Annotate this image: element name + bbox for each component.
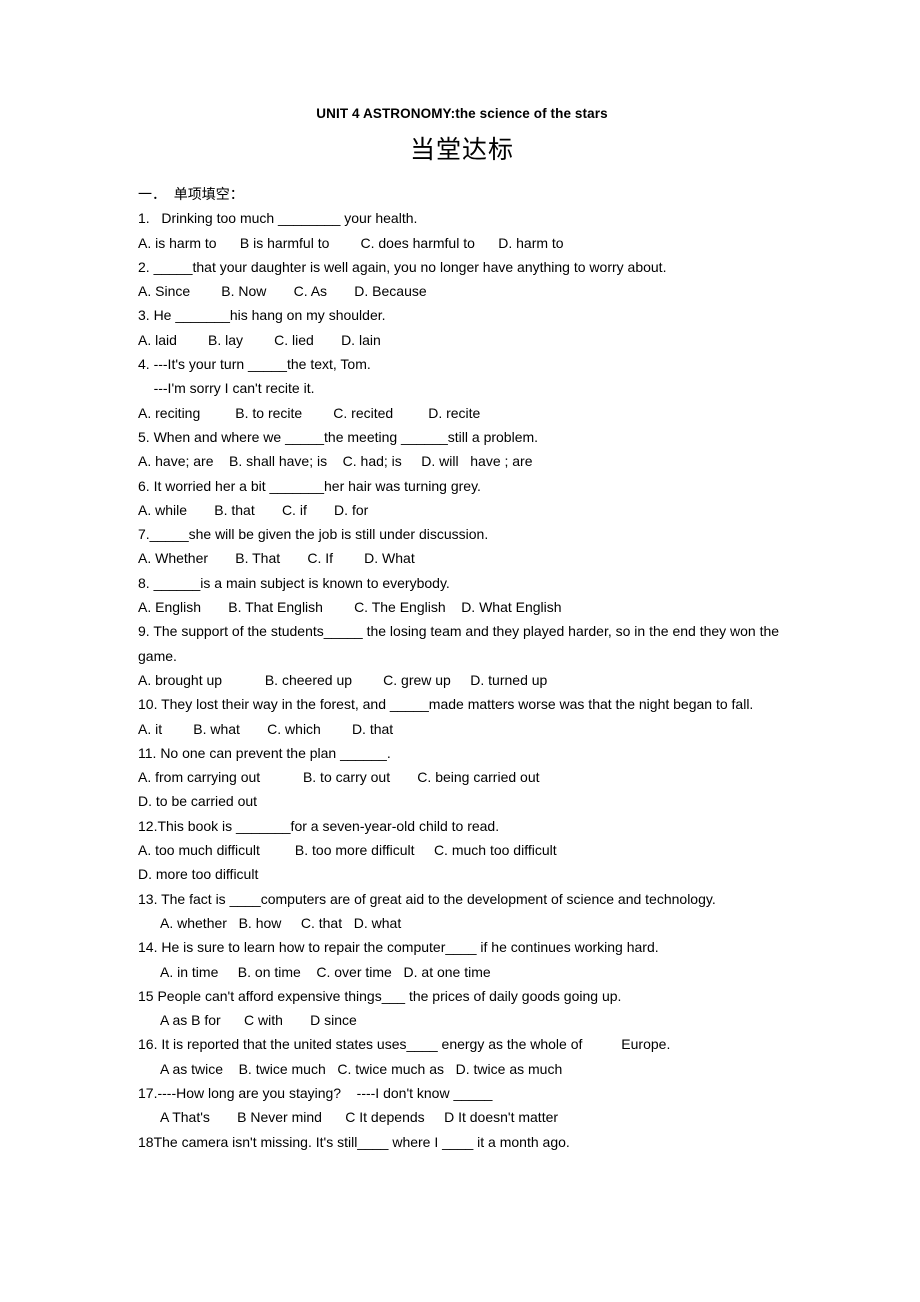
question-stem-16: 16. It is reported that the united state… [138, 1036, 671, 1053]
question-options-15: A as B for C with D since [160, 1012, 357, 1029]
question-stem-9: 9. The support of the students_____ the … [138, 623, 780, 664]
question-options-12-cont: D. more too difficult [138, 866, 259, 883]
question-options-11: A. from carrying out B. to carry out C. … [138, 769, 540, 786]
question-stem-10: 10. They lost their way in the forest, a… [138, 696, 754, 713]
question-stem-2: 2. _____that your daughter is well again… [138, 258, 667, 275]
question-options-12: A. too much difficult B. too more diffic… [138, 842, 557, 859]
question-stem-6: 6. It worried her a bit _______her hair … [138, 477, 481, 494]
question-options-13: A. whether B. how C. that D. what [160, 914, 402, 931]
question-stem-5: 5. When and where we _____the meeting __… [138, 428, 539, 445]
question-stem-4: 4. ---It's your turn _____the text, Tom. [138, 356, 371, 373]
question-options-9: A. brought up B. cheered up C. grew up D… [138, 671, 548, 688]
question-options-17: A That's B Never mind C It depends D It … [160, 1109, 559, 1126]
question-stem-12: 12.This book is _______for a seven-year-… [138, 817, 500, 834]
question-stem-13: 13. The fact is ____computers are of gre… [138, 890, 716, 907]
question-options-11-cont: D. to be carried out [138, 793, 258, 810]
question-stem-4-reply: ---I'm sorry I can't recite it. [138, 380, 315, 397]
question-options-16: A as twice B. twice much C. twice much a… [160, 1060, 563, 1077]
question-options-2: A. Since B. Now C. As D. Because [138, 283, 427, 300]
question-options-6: A. while B. that C. if D. for [138, 501, 369, 518]
question-options-10: A. it B. what C. which D. that [138, 720, 394, 737]
chinese-subtitle: 当堂达标 [409, 135, 514, 164]
question-options-8: A. English B. That English C. The Englis… [138, 599, 562, 616]
question-options-3: A. laid B. lay C. lied D. lain [138, 331, 381, 348]
question-options-7: A. Whether B. That C. If D. What [138, 550, 415, 567]
question-stem-11: 11. No one can prevent the plan ______. [138, 744, 391, 761]
question-options-14: A. in time B. on time C. over time D. at… [160, 963, 491, 980]
page-title: UNIT 4 ASTRONOMY:the science of the star… [316, 106, 608, 121]
document-page: UNIT 4 ASTRONOMY:the science of the star… [0, 0, 920, 1302]
question-stem-3: 3. He _______his hang on my shoulder. [138, 307, 386, 324]
question-stem-14: 14. He is sure to learn how to repair th… [138, 939, 659, 956]
question-options-5: A. have; are B. shall have; is C. had; i… [138, 453, 533, 470]
question-stem-17: 17.----How long are you staying? ----I d… [138, 1084, 493, 1101]
question-options-1: A. is harm to B is harmful to C. does ha… [138, 234, 564, 251]
question-stem-15: 15 People can't afford expensive things_… [138, 987, 622, 1004]
question-options-4: A. reciting B. to recite C. recited D. r… [138, 404, 481, 421]
question-stem-18: 18The camera isn't missing. It's still__… [138, 1133, 570, 1150]
question-stem-7: 7._____she will be given the job is stil… [138, 526, 489, 543]
section-heading-multiple-choice: 一． 单项填空： [138, 186, 244, 202]
question-stem-8: 8. ______is a main subject is known to e… [138, 574, 450, 591]
question-stem-1: 1. Drinking too much ________ your healt… [138, 210, 418, 227]
document-content: UNIT 4 ASTRONOMY:the science of the star… [138, 104, 786, 1154]
